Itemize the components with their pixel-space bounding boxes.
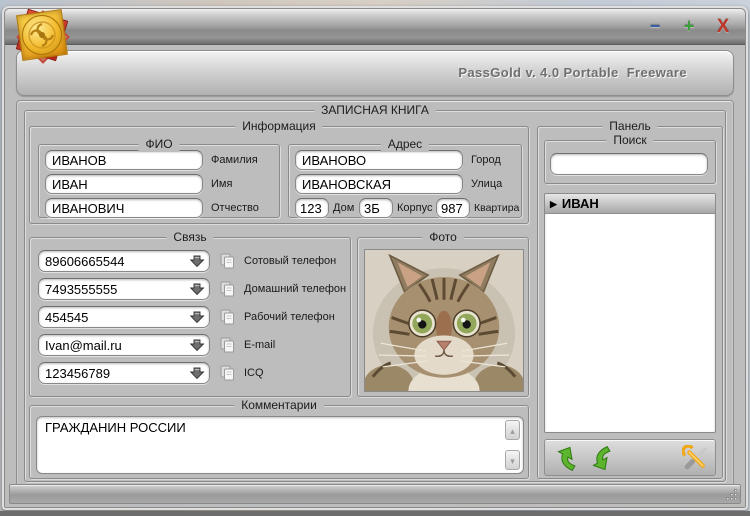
search-group: Поиск [544,133,716,184]
main-panel: ЗАПИСНАЯ КНИГА Информация ФИО Фамилия Им… [16,100,734,490]
up-arrow-button[interactable] [552,445,579,472]
work-phone-combo[interactable] [38,306,210,328]
info-group: Информация ФИО Фамилия Имя Отчество Адре… [29,119,529,224]
contact-row-cell-phone: Сотовый телефон [38,250,346,272]
tools-button[interactable] [682,445,709,472]
copy-icon[interactable] [218,308,236,326]
dropdown-arrow-icon[interactable] [190,281,206,297]
comments-textarea[interactable]: ГРАЖДАНИН РОССИИ ▴ ▾ [36,416,524,474]
copy-icon[interactable] [218,364,236,382]
home-phone-field[interactable] [38,278,210,300]
cat-photo [364,249,524,392]
contacts-list[interactable]: ▶ ИВАН [544,193,716,433]
email-field[interactable] [38,334,210,356]
house-label: Дом [333,202,355,214]
copy-icon[interactable] [218,252,236,270]
cat-illustration [365,250,523,391]
dropdown-arrow-icon[interactable] [190,365,206,381]
comments-group-title: Комментарии [234,398,324,413]
selected-item-marker-icon: ▶ [550,198,557,209]
address-group-title: Адрес [380,137,430,152]
status-bar [9,484,741,504]
photo-group: Фото [357,230,529,397]
city-field[interactable] [295,150,463,170]
icq-combo[interactable] [38,362,210,384]
down-arrow-button[interactable] [587,445,614,472]
building-label: Корпус [397,202,433,214]
firstname-label: Имя [211,178,233,190]
comments-text: ГРАЖДАНИН РОССИИ [45,420,186,435]
notebook-group: ЗАПИСНАЯ КНИГА Информация ФИО Фамилия Им… [24,103,726,482]
panel-toolbar [544,439,716,476]
fio-group: ФИО Фамилия Имя Отчество [38,137,280,218]
home-phone-label: Домашний телефон [244,283,347,295]
contacts-group: Связь Сотовый телефон [29,230,351,397]
cell-phone-label: Сотовый телефон [244,255,337,267]
home-phone-combo[interactable] [38,278,210,300]
copy-icon[interactable] [218,280,236,298]
header-panel: PassGold v. 4.0 Portable Freeware [16,50,734,96]
contact-row-email: E-mail [38,334,346,356]
comments-group: Комментарии ГРАЖДАНИН РОССИИ ▴ ▾ [29,398,529,479]
street-label: Улица [471,178,503,190]
photo-group-title: Фото [422,230,464,245]
email-label: E-mail [244,339,276,351]
house-field[interactable] [295,198,329,218]
contact-row-icq: ICQ [38,362,346,384]
title-bar: − + X [5,9,745,45]
scroll-up-button[interactable]: ▴ [505,420,520,440]
copy-icon[interactable] [218,336,236,354]
building-field[interactable] [359,198,393,218]
contacts-group-title: Связь [166,230,214,245]
logo-coin [22,15,62,55]
work-phone-label: Рабочий телефон [244,311,335,323]
list-item-ivan[interactable]: ▶ ИВАН [545,194,715,214]
contact-row-work-phone: Рабочий телефон [38,306,346,328]
dropdown-arrow-icon[interactable] [190,253,206,269]
window-controls: − + X [645,15,733,37]
app-title: PassGold v. 4.0 Portable Freeware [458,65,687,80]
address-group: Адрес Город Улица Дом Корпус Квартира [288,137,522,218]
close-button[interactable]: X [713,15,733,37]
lastname-field[interactable] [45,150,203,170]
patronymic-field[interactable] [45,198,203,218]
dropdown-arrow-icon[interactable] [190,309,206,325]
info-group-title: Информация [235,119,323,134]
search-input[interactable] [550,153,708,175]
cell-phone-field[interactable] [38,250,210,272]
street-field[interactable] [295,174,463,194]
resize-grip[interactable] [724,487,738,501]
side-panel-group-title: Панель [602,119,658,134]
desktop-background: − + X PassGold v. 4.0 Portable Freeware … [0,0,750,516]
patronymic-label: Отчество [211,202,259,214]
city-label: Город [471,154,501,166]
contact-row-home-phone: Домашний телефон [38,278,346,300]
app-logo[interactable] [8,0,78,84]
cell-phone-combo[interactable] [38,250,210,272]
fio-group-title: ФИО [138,137,180,152]
app-window: − + X PassGold v. 4.0 Portable Freeware … [2,6,748,510]
logo-swirl-icon [28,21,56,49]
bottom-shadow [0,511,750,516]
notebook-group-title: ЗАПИСНАЯ КНИГА [314,103,436,118]
work-phone-field[interactable] [38,306,210,328]
icq-label: ICQ [244,367,264,379]
email-combo[interactable] [38,334,210,356]
list-item-label: ИВАН [561,196,599,211]
icq-field[interactable] [38,362,210,384]
dropdown-arrow-icon[interactable] [190,337,206,353]
apartment-label: Квартира [474,202,520,214]
lastname-label: Фамилия [211,154,258,166]
minimize-button[interactable]: − [645,15,665,37]
apartment-field[interactable] [436,198,470,218]
maximize-button[interactable]: + [679,15,699,37]
firstname-field[interactable] [45,174,203,194]
side-panel-group: Панель Поиск ▶ ИВАН [537,119,723,479]
scroll-down-button[interactable]: ▾ [505,450,520,470]
search-group-title: Поиск [606,133,654,148]
